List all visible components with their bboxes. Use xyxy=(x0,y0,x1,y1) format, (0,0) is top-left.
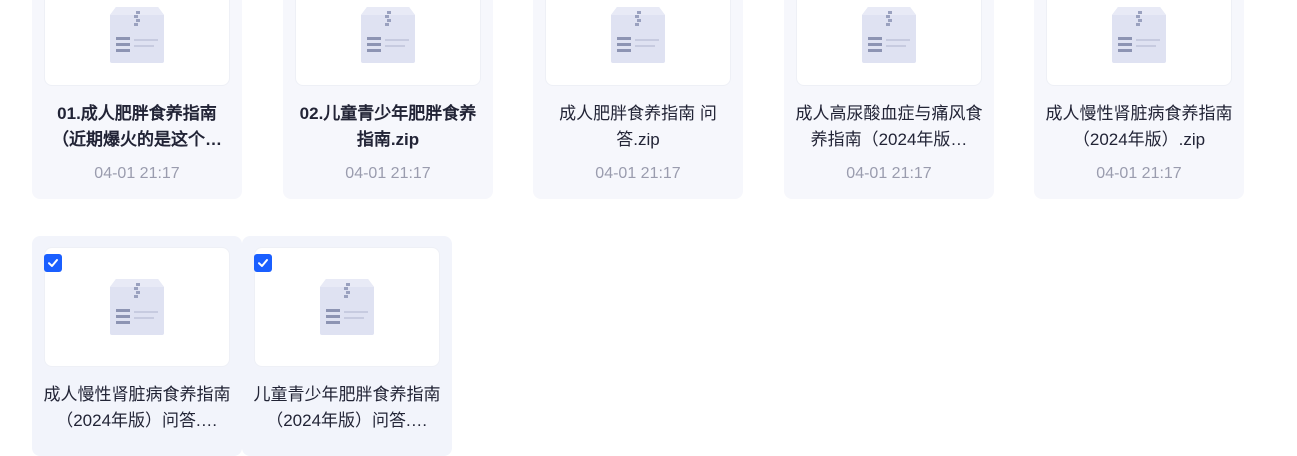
file-name[interactable]: 02.儿童青少年肥胖食养指南.zip xyxy=(293,101,483,153)
file-name[interactable]: 成人慢性肾脏病食养指南（2024年版）问答.… xyxy=(42,382,232,434)
file-card[interactable]: 01.成人肥胖食养指南（近期爆火的是这个… 04-01 21:17 xyxy=(32,0,242,199)
file-time: 04-01 21:17 xyxy=(846,165,932,182)
file-time: 04-01 21:17 xyxy=(345,165,431,182)
file-thumbnail[interactable] xyxy=(254,247,440,367)
file-thumbnail[interactable] xyxy=(1046,0,1232,86)
file-thumbnail[interactable] xyxy=(295,0,481,86)
file-thumbnail[interactable] xyxy=(44,247,230,367)
zip-file-icon xyxy=(110,279,164,335)
file-name[interactable]: 01.成人肥胖食养指南（近期爆火的是这个… xyxy=(42,101,232,153)
file-card[interactable]: 成人高尿酸血症与痛风食养指南（2024年版… 04-01 21:17 xyxy=(784,0,994,199)
file-time: 04-01 21:17 xyxy=(94,165,180,182)
zip-file-icon xyxy=(110,7,164,63)
zip-file-icon xyxy=(320,279,374,335)
zip-file-icon xyxy=(611,7,665,63)
file-card[interactable]: 成人慢性肾脏病食养指南（2024年版）.zip 04-01 21:17 xyxy=(1034,0,1244,199)
file-time: 04-01 21:17 xyxy=(1096,165,1182,182)
file-card-selected[interactable]: 儿童青少年肥胖食养指南（2024年版）问答.… xyxy=(242,236,452,456)
select-checkbox[interactable] xyxy=(44,254,62,272)
file-name[interactable]: 成人慢性肾脏病食养指南（2024年版）.zip xyxy=(1044,101,1234,153)
file-thumbnail[interactable] xyxy=(545,0,731,86)
file-card[interactable]: 成人肥胖食养指南 问答.zip 04-01 21:17 xyxy=(533,0,743,199)
file-name[interactable]: 成人高尿酸血症与痛风食养指南（2024年版… xyxy=(794,101,984,153)
zip-file-icon xyxy=(361,7,415,63)
file-name[interactable]: 儿童青少年肥胖食养指南（2024年版）问答.… xyxy=(252,382,442,434)
check-icon xyxy=(258,259,268,267)
file-thumbnail[interactable] xyxy=(796,0,982,86)
file-card-selected[interactable]: 成人慢性肾脏病食养指南（2024年版）问答.… xyxy=(32,236,242,456)
select-checkbox[interactable] xyxy=(254,254,272,272)
check-icon xyxy=(48,259,58,267)
file-card[interactable]: 02.儿童青少年肥胖食养指南.zip 04-01 21:17 xyxy=(283,0,493,199)
zip-file-icon xyxy=(1112,7,1166,63)
file-time: 04-01 21:17 xyxy=(595,165,681,182)
file-thumbnail[interactable] xyxy=(44,0,230,86)
file-name[interactable]: 成人肥胖食养指南 问答.zip xyxy=(543,101,733,153)
zip-file-icon xyxy=(862,7,916,63)
